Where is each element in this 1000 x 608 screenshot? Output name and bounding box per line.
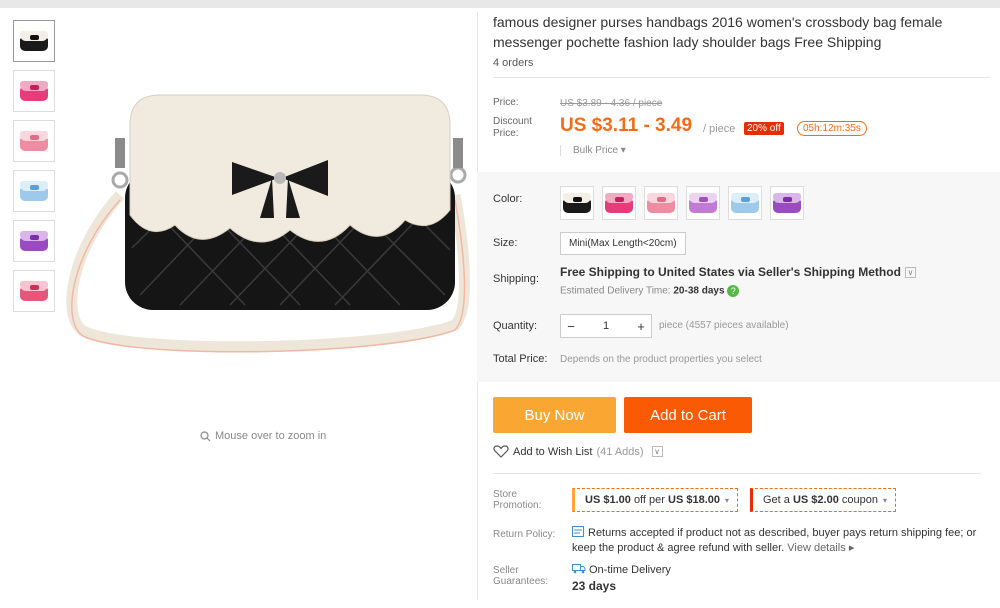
- per-unit: / piece: [703, 123, 736, 135]
- color-swatch-black[interactable]: [560, 186, 594, 220]
- guarantee-days: 23 days: [572, 579, 617, 593]
- seller-guarantee: On-time Delivery 23 days: [572, 562, 671, 595]
- thumbnail-purple[interactable]: [13, 220, 55, 262]
- help-icon[interactable]: ?: [727, 285, 740, 297]
- bag-thumb-icon: [18, 80, 50, 102]
- coupon-threshold: US $18.00: [668, 494, 720, 506]
- search-icon: [200, 430, 211, 441]
- shipping-method[interactable]: Free Shipping to United States via Selle…: [560, 265, 916, 279]
- bag-thumb-icon: [18, 30, 50, 52]
- bag-thumb-icon: [18, 130, 50, 152]
- store-promotion-label: Store Promotion:: [493, 489, 542, 511]
- bag-thumb-icon: [561, 192, 593, 214]
- coupon-amount: US $1.00: [585, 494, 631, 506]
- total-price-label: Total Price:: [493, 353, 548, 365]
- chevron-right-icon: ▸: [848, 542, 855, 554]
- view-details-link[interactable]: View details ▸: [787, 542, 854, 554]
- discount-price: US $3.11 - 3.49: [560, 115, 693, 136]
- increase-button[interactable]: +: [631, 319, 651, 334]
- total-price-note: Depends on the product properties you se…: [560, 354, 762, 365]
- quantity-label: Quantity:: [493, 320, 538, 332]
- order-count: 4 orders: [493, 57, 534, 69]
- chevron-down-icon: ▾: [883, 495, 888, 505]
- thumbnail-red[interactable]: [13, 270, 55, 312]
- coupon-mid-text: off per: [633, 494, 665, 506]
- decrease-button[interactable]: −: [561, 319, 581, 334]
- size-label: Size:: [493, 237, 518, 249]
- delivery-days: 20-38 days: [673, 285, 725, 297]
- truck-icon: [572, 564, 586, 574]
- heart-icon: [493, 445, 509, 458]
- quantity-input[interactable]: 1: [581, 320, 631, 332]
- get-coupon[interactable]: Get a US $2.00 coupon ▾: [750, 488, 897, 512]
- quantity-stepper: − 1 +: [560, 314, 652, 338]
- bag-thumb-icon: [771, 192, 803, 214]
- delivery-estimate: Estimated Delivery Time: 20-38 days ?: [560, 285, 740, 297]
- chevron-down-icon: ▾: [620, 145, 626, 156]
- wishlist-label: Add to Wish List: [513, 445, 593, 458]
- divider: [493, 77, 990, 78]
- color-swatch-purple[interactable]: [770, 186, 804, 220]
- seller-guarantees-label: Seller Guarantees:: [493, 565, 549, 587]
- original-price: US $3.89 - 4.36 / piece: [560, 98, 663, 109]
- shipping-method-text: Free Shipping to United States via Selle…: [560, 265, 901, 279]
- color-swatch-pink[interactable]: [644, 186, 678, 220]
- color-swatch-lilac[interactable]: [686, 186, 720, 220]
- zoom-hint-text: Mouse over to zoom in: [215, 430, 327, 442]
- discount-price-label: Discount Price:: [493, 116, 532, 139]
- chevron-down-icon: ▾: [724, 495, 729, 505]
- bulk-price-label: Bulk Price: [573, 145, 619, 156]
- availability: piece (4557 pieces available): [659, 320, 789, 331]
- bag-thumb-icon: [687, 192, 719, 214]
- return-policy-label: Return Policy:: [493, 529, 556, 540]
- color-swatches: [560, 186, 804, 220]
- product-info: famous designer purses handbags 2016 wom…: [493, 12, 990, 78]
- add-to-cart-button[interactable]: Add to Cart: [624, 397, 752, 433]
- bag-thumb-icon: [18, 180, 50, 202]
- discount-badge: 20% off: [744, 122, 784, 135]
- coupon-get-text: Get a: [763, 494, 790, 506]
- bulk-price-dropdown[interactable]: Bulk Price ▾: [560, 145, 626, 156]
- bag-thumb-icon: [603, 192, 635, 214]
- bag-thumb-icon: [18, 280, 50, 302]
- thumbnail-blue[interactable]: [13, 170, 55, 212]
- size-option[interactable]: Mini(Max Length<20cm): [560, 232, 686, 255]
- thumbnail-rose[interactable]: [13, 70, 55, 112]
- divider: [493, 473, 981, 474]
- thumbnail-list: [13, 20, 55, 320]
- thumbnail-pink[interactable]: [13, 120, 55, 162]
- product-title: famous designer purses handbags 2016 wom…: [493, 14, 943, 50]
- bag-thumb-icon: [18, 230, 50, 252]
- bag-thumb-icon: [729, 192, 761, 214]
- wishlist-count: (41 Adds): [596, 445, 644, 458]
- price-label: Price:: [493, 97, 519, 108]
- shipping-label: Shipping:: [493, 273, 539, 285]
- thumbnail-black[interactable]: [13, 20, 55, 62]
- zoom-hint: Mouse over to zoom in: [200, 430, 326, 442]
- chevron-down-icon[interactable]: ∨: [904, 267, 916, 279]
- color-label: Color:: [493, 193, 523, 205]
- countdown-timer: 05h:12m:35s: [797, 121, 867, 136]
- coupon2-suffix: coupon: [841, 494, 878, 506]
- product-main-image[interactable]: [60, 20, 475, 430]
- guarantee-title: On-time Delivery: [589, 564, 671, 576]
- promotion-coupon[interactable]: US $1.00 off per US $18.00 ▾: [572, 488, 738, 512]
- chevron-down-icon[interactable]: ∨: [651, 446, 663, 457]
- coupon2-amount: US $2.00: [792, 494, 839, 506]
- color-swatch-blue[interactable]: [728, 186, 762, 220]
- return-policy-text: Returns accepted if product not as descr…: [572, 527, 977, 554]
- buy-now-button[interactable]: Buy Now: [493, 397, 616, 433]
- color-swatch-rose[interactable]: [602, 186, 636, 220]
- return-policy: Returns accepted if product not as descr…: [572, 526, 982, 556]
- view-details-label: View details: [787, 542, 846, 554]
- delivery-prefix: Estimated Delivery Time:: [560, 285, 671, 297]
- bag-thumb-icon: [645, 192, 677, 214]
- add-to-wishlist[interactable]: Add to Wish List (41 Adds) ∨: [493, 445, 663, 458]
- policy-icon: [572, 526, 584, 537]
